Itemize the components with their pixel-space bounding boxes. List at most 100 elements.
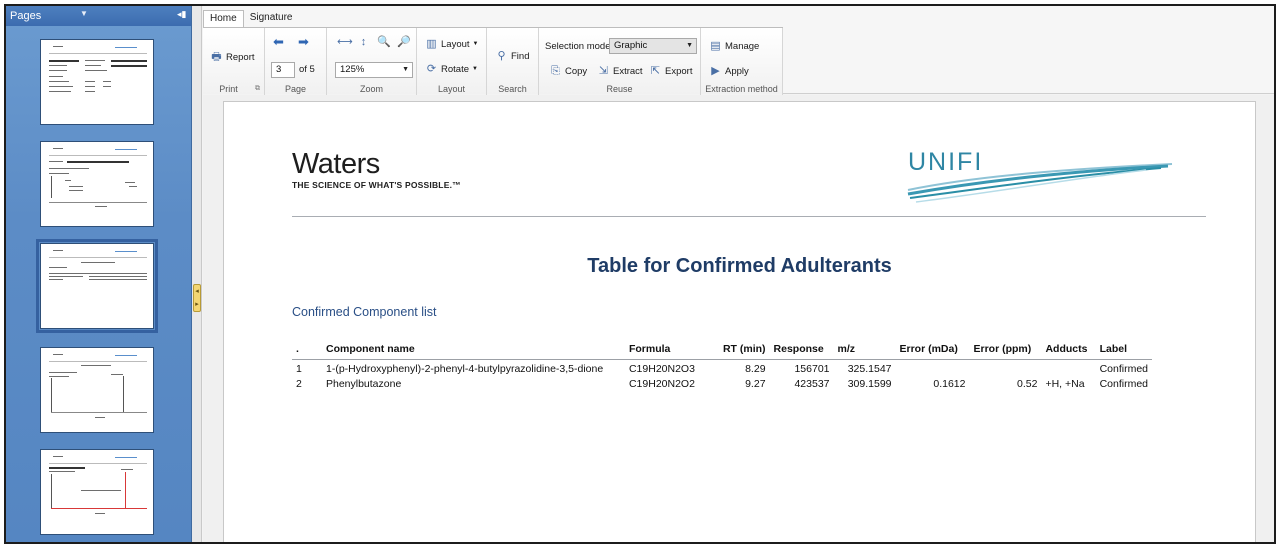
tab-signature[interactable]: Signature — [244, 10, 299, 28]
cell-rt: 8.29 — [745, 363, 766, 375]
unifi-logo: UNIFI — [906, 148, 1176, 204]
chevron-down-icon: ▼ — [686, 42, 693, 49]
cell-component-name: Phenylbutazone — [325, 378, 402, 390]
col-label: Label — [1095, 343, 1152, 360]
table-header-row: . Component name Formula RT (min) Respon… — [292, 343, 1152, 360]
col-rt: RT (min) — [718, 343, 770, 360]
report-label: Report — [226, 51, 255, 63]
manage-button[interactable]: ▤ Manage — [709, 40, 759, 52]
table-row: 2 Phenylbutazone C19H20N2O2 9.27 423537 … — [292, 375, 1152, 390]
group-reuse-caption: Reuse — [606, 84, 633, 94]
pages-dropdown-icon[interactable]: ▼ — [80, 9, 88, 18]
group-page-caption: Page — [284, 84, 307, 94]
fit-width-icon[interactable]: ⟷ — [337, 36, 353, 48]
layout-button[interactable]: ▥ Layout ▼ — [425, 38, 478, 50]
document-viewer[interactable]: Waters THE SCIENCE OF WHAT'S POSSIBLE.™ … — [203, 95, 1274, 542]
application-window: Pages ▼ ◂▮ ◂ ▸ Home Signature 🖶 Report P… — [4, 4, 1276, 544]
cell-index: 1 — [296, 363, 302, 375]
export-icon: ⇱ — [650, 65, 661, 77]
next-page-icon[interactable]: ➡ — [297, 35, 310, 48]
collapse-pane-icon[interactable]: ◂ ▸ — [193, 284, 201, 312]
extract-button[interactable]: ⇲ Extract — [597, 65, 643, 77]
previous-page-icon[interactable]: ⬅ — [272, 35, 285, 48]
cell-adducts — [1041, 360, 1095, 376]
cell-mz: 325.1547 — [847, 363, 892, 375]
zoom-select[interactable]: 125% ▼ — [335, 62, 413, 78]
apply-label: Apply — [725, 65, 749, 77]
col-mz: m/z — [833, 343, 896, 360]
find-button[interactable]: ⚲ Find — [495, 50, 529, 62]
rotate-dropdown-icon: ▼ — [472, 66, 478, 72]
waters-logo-name: Waters — [292, 148, 380, 180]
col-adducts: Adducts — [1041, 343, 1096, 360]
extract-icon: ⇲ — [598, 65, 609, 77]
report-title: Table for Confirmed Adulterants — [587, 255, 892, 277]
waters-logo: Waters THE SCIENCE OF WHAT'S POSSIBLE.™ — [292, 148, 461, 190]
pages-pane: Pages ▼ ◂▮ — [6, 6, 192, 542]
cell-error-mda: 0.1612 — [933, 378, 966, 390]
dialog-launcher-icon[interactable]: ⧉ — [255, 85, 260, 93]
apply-button[interactable]: ▶ Apply — [709, 65, 749, 77]
pages-pane-title: Pages — [10, 10, 42, 22]
page-number-input[interactable]: 3 — [271, 62, 295, 78]
ribbon-tabs: Home Signature — [203, 10, 299, 28]
export-button[interactable]: ⇱ Export — [649, 65, 693, 77]
cell-formula: C19H20N2O3 — [628, 363, 695, 375]
page-of-label: of 5 — [299, 64, 315, 75]
pin-icon[interactable]: ◂▮ — [177, 9, 186, 20]
cell-error-ppm — [969, 360, 1041, 376]
group-layout: ▥ Layout ▼ ⟳ Rotate ▼ Layout — [417, 28, 487, 95]
col-formula: Formula — [624, 343, 719, 360]
extract-label: Extract — [613, 65, 643, 77]
cell-error-ppm: 0.52 — [1017, 378, 1038, 390]
page-thumbnail-2[interactable] — [40, 141, 154, 227]
copy-label: Copy — [565, 65, 588, 77]
group-reuse: Selection mode Graphic ▼ ⎘ Copy ⇲ Extrac… — [539, 28, 701, 95]
zoom-out-icon[interactable]: 🔍 — [377, 36, 391, 48]
ribbon-area: Home Signature 🖶 Report Print ⧉ ⬅ ➡ 3 of… — [203, 6, 1274, 95]
group-search: ⚲ Find Search — [487, 28, 539, 95]
group-layout-caption: Layout — [437, 84, 466, 94]
waters-logo-tagline: THE SCIENCE OF WHAT'S POSSIBLE.™ — [292, 180, 461, 190]
report-page: Waters THE SCIENCE OF WHAT'S POSSIBLE.™ … — [223, 101, 1256, 542]
col-response: Response — [769, 343, 834, 360]
rotate-button[interactable]: ⟳ Rotate ▼ — [425, 63, 478, 75]
page-thumbnail-4[interactable] — [40, 347, 154, 433]
col-component-name: Component name — [321, 343, 625, 360]
selection-mode-select[interactable]: Graphic ▼ — [609, 38, 697, 54]
zoom-in-icon[interactable]: 🔎 — [397, 36, 411, 48]
copy-button[interactable]: ⎘ Copy — [549, 65, 587, 77]
cell-formula: C19H20N2O2 — [628, 378, 695, 390]
binoculars-icon: ⚲ — [497, 50, 506, 62]
cell-index: 2 — [296, 378, 302, 390]
chevron-down-icon: ▼ — [402, 66, 409, 73]
rotate-icon: ⟳ — [426, 63, 437, 75]
cell-label: Confirmed — [1099, 363, 1148, 375]
layout-label: Layout — [441, 38, 470, 50]
tab-home[interactable]: Home — [203, 10, 244, 28]
group-extraction-method: ▤ Manage ▶ Apply Extraction method — [701, 28, 783, 95]
apply-icon: ▶ — [711, 65, 720, 77]
group-zoom-caption: Zoom — [359, 84, 383, 94]
group-print: 🖶 Report Print ⧉ — [203, 28, 265, 95]
selection-mode-label: Selection mode — [545, 41, 611, 52]
selection-mode-value: Graphic — [614, 40, 648, 51]
col-error-mda: Error (mDa) — [895, 343, 970, 360]
group-page: ⬅ ➡ 3 of 5 Page — [265, 28, 327, 95]
ribbon: 🖶 Report Print ⧉ ⬅ ➡ 3 of 5 Page ⟷ ↕ 🔍 🔎 — [203, 27, 783, 95]
copy-icon: ⎘ — [551, 65, 560, 77]
group-extraction-caption: Extraction method — [705, 84, 778, 94]
cell-mz: 309.1599 — [847, 378, 892, 390]
cell-rt: 9.27 — [745, 378, 766, 390]
fit-height-icon[interactable]: ↕ — [357, 36, 370, 48]
component-list-heading: Confirmed Component list — [292, 305, 437, 319]
page-thumbnail-1[interactable] — [40, 39, 154, 125]
group-zoom: ⟷ ↕ 🔍 🔎 125% ▼ Zoom — [327, 28, 417, 95]
group-search-caption: Search — [498, 84, 527, 94]
col-index: . — [292, 343, 322, 360]
page-thumbnail-5[interactable] — [40, 449, 154, 535]
report-button[interactable]: 🖶 Report — [210, 51, 255, 63]
printer-icon: 🖶 — [211, 51, 222, 63]
pane-splitter[interactable]: ◂ ▸ — [192, 6, 202, 542]
page-thumbnail-3[interactable] — [36, 239, 158, 333]
